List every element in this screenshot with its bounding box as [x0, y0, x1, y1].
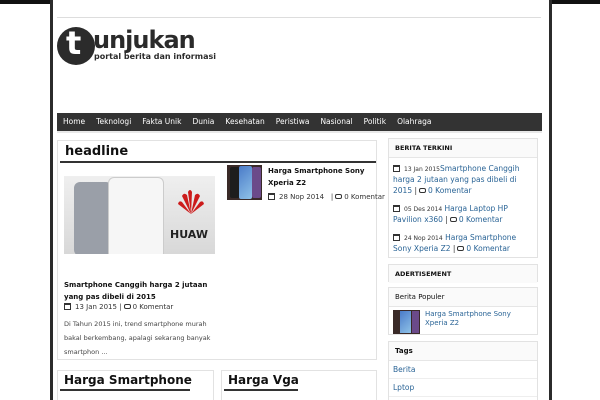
tag-link[interactable]: Berita — [389, 361, 537, 379]
nav-item-politik[interactable]: Politik — [358, 113, 391, 131]
calendar-icon — [64, 303, 71, 310]
featured-image-text: HUAW — [170, 228, 208, 241]
calendar-icon — [393, 165, 400, 172]
sidebar-advertisement: ADERTISEMENT — [388, 264, 538, 283]
terkini-date: 13 Jan 2015 — [404, 166, 440, 173]
featured-image[interactable]: HUAW — [64, 176, 215, 254]
section-title-harga-vga[interactable]: Harga Vga — [228, 373, 299, 387]
calendar-icon — [393, 205, 400, 212]
populer-item[interactable]: Harga Smartphone Sony Xperia Z2 — [389, 310, 537, 336]
terkini-comments[interactable]: 0 Komentar — [466, 244, 510, 253]
comment-icon — [123, 304, 131, 309]
thumb-phone-purple — [252, 167, 261, 198]
populer-thumb-screen — [400, 311, 411, 333]
terkini-item: 05 Des 2014 Harga Laptop HP Pavilion x36… — [393, 204, 508, 224]
calendar-icon — [393, 234, 400, 241]
headline-divider — [60, 161, 376, 163]
secondary-date: 28 Nop 2014 — [279, 193, 325, 201]
tag-link[interactable]: Lptop — [389, 379, 537, 397]
populer-thumb-purple — [412, 311, 419, 333]
nav-underline — [57, 131, 542, 133]
terkini-comments[interactable]: 0 Komentar — [428, 186, 472, 195]
sidebar-heading-terkini: BERITA TERKINI — [389, 139, 537, 158]
featured-comments[interactable]: 0 Komentar — [133, 303, 174, 311]
featured-title[interactable]: Smartphone Canggih harga 2 jutaan yang p… — [64, 279, 220, 303]
nav-item-fakta-unik[interactable]: Fakta Unik — [137, 113, 187, 131]
phone-white — [108, 177, 164, 254]
terkini-item: 24 Nop 2014 Harga Smartphone Sony Xperia… — [393, 233, 517, 253]
calendar-icon — [268, 193, 275, 200]
secondary-title[interactable]: Harga Smartphone Sony Xperia Z2 — [268, 165, 376, 189]
sidebar-heading-advertisement: ADERTISEMENT — [389, 265, 537, 283]
comment-icon — [335, 194, 343, 199]
section-title-harga-smartphone[interactable]: Harga Smartphone — [64, 373, 192, 387]
huawei-logo — [176, 186, 206, 216]
terkini-comments[interactable]: 0 Komentar — [459, 215, 503, 224]
headline-heading: headline — [65, 144, 129, 159]
nav-item-kesehatan[interactable]: Kesehatan — [220, 113, 270, 131]
featured-excerpt: Di Tahun 2015 ini, trend smartphone mura… — [64, 320, 211, 356]
populer-title[interactable]: Harga Smartphone Sony Xperia Z2 — [425, 310, 535, 328]
section-harga-smartphone: Harga Smartphone — [57, 370, 214, 400]
sidebar-heading-tags: Tags — [389, 342, 537, 361]
nav-item-nasional[interactable]: Nasional — [315, 113, 358, 131]
nav-item-olahraga[interactable]: Olahraga — [392, 113, 437, 131]
comment-icon — [457, 246, 465, 251]
section-divider — [60, 389, 190, 391]
featured-meta: 13 Jan 2015 | 0 Komentar — [64, 303, 173, 311]
site-logo[interactable]: t unjukan portal berita dan informasi — [57, 24, 216, 68]
section-harga-vga: Harga Vga — [221, 370, 377, 400]
nav-item-teknologi[interactable]: Teknologi — [91, 113, 137, 131]
sidebar-berita-populer: Berita Populer Harga Smartphone Sony Xpe… — [388, 287, 538, 335]
featured-date: 13 Jan 2015 — [75, 303, 117, 311]
section-divider — [224, 389, 298, 391]
nav-item-peristiwa[interactable]: Peristiwa — [270, 113, 315, 131]
comment-icon — [419, 188, 427, 193]
top-strip — [57, 6, 541, 18]
sidebar-heading-populer: Berita Populer — [389, 288, 537, 307]
site-tagline: portal berita dan informasi — [94, 52, 216, 61]
logo-letter: t — [66, 24, 82, 62]
phone-gray — [74, 182, 112, 254]
main-nav: Home Teknologi Fakta Unik Dunia Kesehata… — [57, 113, 542, 131]
thumb-phone-screen — [239, 166, 252, 199]
sidebar-berita-terkini: BERITA TERKINI 13 Jan 2015Smartphone Can… — [388, 138, 538, 258]
secondary-thumbnail[interactable] — [227, 165, 262, 200]
headline-section: headline HUAW Smartphone Canggih harga 2… — [57, 140, 385, 360]
nav-item-home[interactable]: Home — [57, 113, 91, 131]
terkini-date: 05 Des 2014 — [404, 206, 443, 213]
sidebar-tags: Tags Berita Lptop — [388, 341, 538, 400]
secondary-comments[interactable]: 0 Komentar — [344, 193, 385, 201]
populer-thumbnail[interactable] — [393, 310, 420, 334]
comment-icon — [449, 217, 457, 222]
terkini-item: 13 Jan 2015Smartphone Canggih harga 2 ju… — [393, 164, 520, 195]
terkini-date: 24 Nop 2014 — [404, 235, 443, 242]
secondary-meta: 28 Nop 2014 | 0 Komentar — [268, 193, 385, 201]
nav-item-dunia[interactable]: Dunia — [187, 113, 220, 131]
